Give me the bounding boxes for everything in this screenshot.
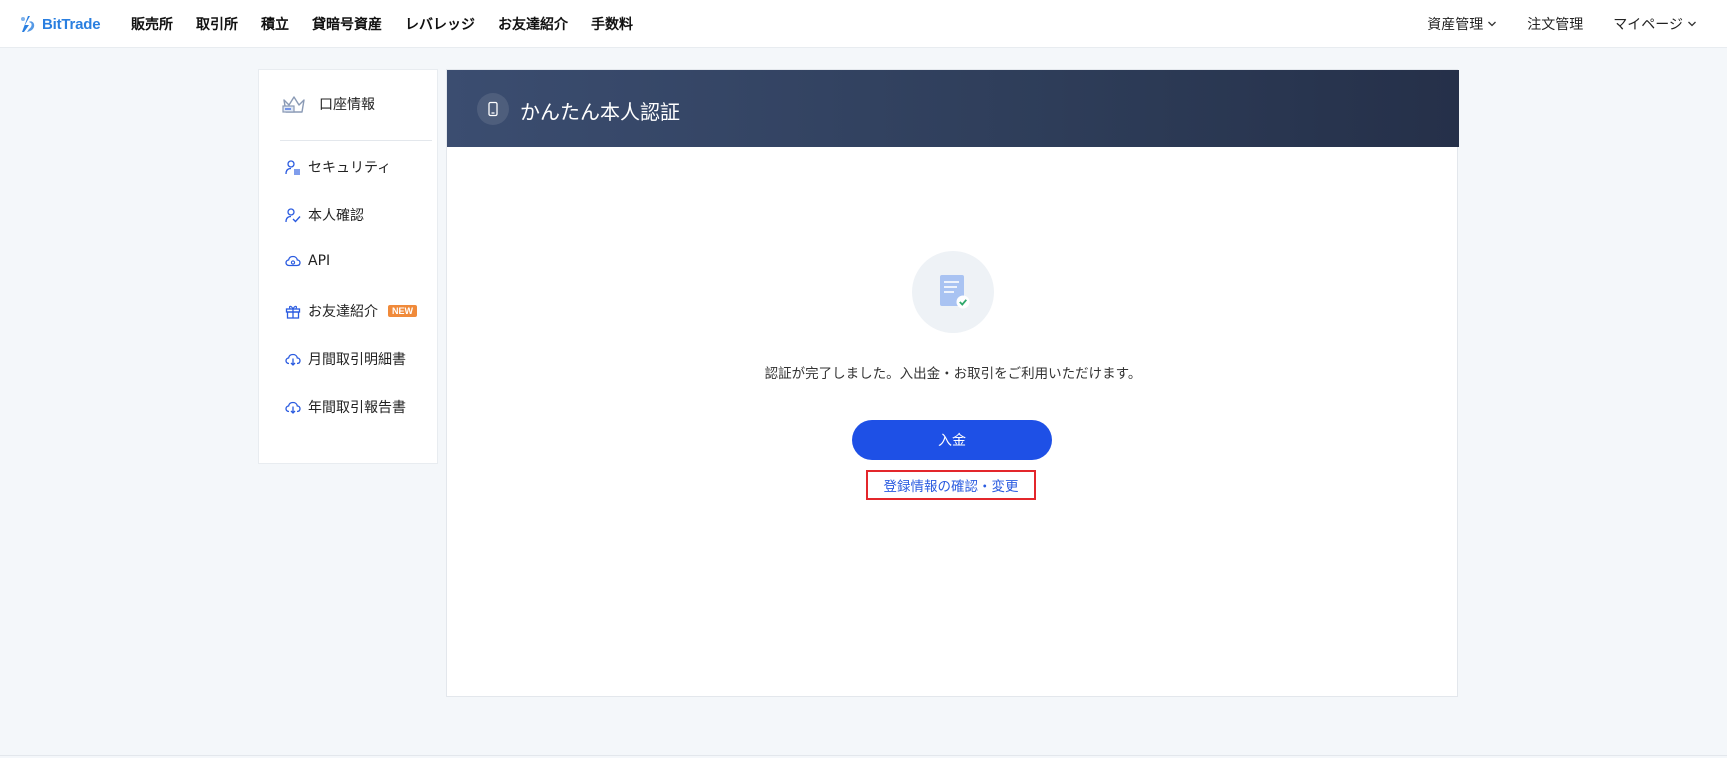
edit-registration-link[interactable]: 登録情報の確認・変更 [866, 470, 1036, 500]
panel-header: かんたん本人認証 [447, 70, 1459, 147]
cloud-download-icon [285, 353, 301, 366]
brand-name: BitTrade [42, 15, 101, 33]
mypage-menu[interactable]: マイページ [1613, 14, 1697, 34]
nav-item-lending[interactable]: 貸暗号資産 [312, 14, 382, 34]
new-badge: NEW [388, 305, 417, 317]
user-nav: 資産管理 注文管理 マイページ [1427, 0, 1697, 48]
nav-item-tsumitate[interactable]: 積立 [261, 14, 289, 34]
sidebar-item-label: 本人確認 [308, 208, 364, 224]
sidebar-item-security[interactable]: セキュリティ [285, 157, 391, 177]
sidebar-item-label: 年間取引報告書 [308, 400, 406, 416]
order-management-label: 注文管理 [1527, 17, 1584, 33]
sidebar-item-identity[interactable]: 本人確認 [285, 205, 364, 225]
asset-management-label: 資産管理 [1427, 17, 1484, 33]
brand-logo[interactable]: BitTrade [16, 12, 101, 36]
sidebar-item-referral[interactable]: お友達紹介 NEW [285, 301, 417, 321]
nav-item-fees[interactable]: 手数料 [591, 14, 633, 34]
page-title: かんたん本人認証 [520, 100, 680, 124]
asset-management-menu[interactable]: 資産管理 [1427, 14, 1497, 34]
sidebar-item-label: セキュリティ [308, 160, 392, 176]
footer-divider [0, 755, 1727, 756]
gift-icon [285, 305, 301, 319]
nav-item-hanbaijo[interactable]: 販売所 [131, 14, 173, 34]
nav-item-torihikijo[interactable]: 取引所 [196, 14, 238, 34]
deposit-button[interactable]: 入金 [852, 420, 1052, 460]
chevron-down-icon [1688, 21, 1696, 27]
sidebar-item-api[interactable]: API [285, 253, 330, 269]
cloud-link-icon [285, 255, 301, 267]
phone-icon [477, 93, 509, 125]
sidebar-header-label: 口座情報 [319, 97, 375, 113]
sidebar-item-monthly-statement[interactable]: 月間取引明細書 [285, 349, 406, 369]
mypage-label: マイページ [1613, 17, 1683, 33]
main-nav: 販売所 取引所 積立 貸暗号資産 レバレッジ お友達紹介 手数料 [131, 0, 656, 48]
sidebar-item-label: 月間取引明細書 [308, 352, 406, 368]
top-navbar: BitTrade 販売所 取引所 積立 貸暗号資産 レバレッジ お友達紹介 手数… [0, 0, 1727, 48]
order-management-link[interactable]: 注文管理 [1527, 14, 1583, 34]
chevron-down-icon [1488, 21, 1497, 27]
sidebar-item-label: お友達紹介 [308, 304, 378, 320]
verification-panel: かんたん本人認証 認証が完了しました。入出金・お取引をご利用いただけます。 入金… [446, 69, 1459, 697]
sidebar-divider [280, 140, 432, 141]
document-check-icon [912, 251, 994, 333]
user-check-icon [285, 208, 301, 223]
sidebar-item-annual-report[interactable]: 年間取引報告書 [285, 397, 406, 417]
crown-icon [282, 96, 305, 113]
bittrade-logo-icon [21, 16, 35, 32]
account-sidebar: 口座情報 セキュリティ 本人確認 API お友達紹介 NEW 月間取引明細書 年… [258, 69, 438, 464]
cloud-download-icon [285, 401, 301, 414]
nav-item-leverage[interactable]: レバレッジ [405, 14, 475, 34]
nav-item-referral[interactable]: お友達紹介 [498, 14, 568, 34]
sidebar-account-info[interactable]: 口座情報 [281, 92, 375, 116]
status-message: 認証が完了しました。入出金・お取引をご利用いただけます。 [764, 366, 1142, 382]
user-security-icon [285, 160, 300, 175]
sidebar-item-label: API [308, 253, 331, 269]
